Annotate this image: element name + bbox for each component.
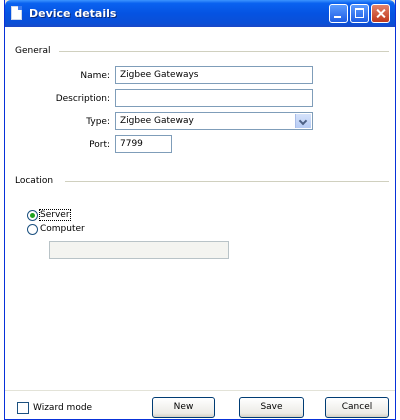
title-bar[interactable]: Device details — [5, 0, 395, 27]
type-label: Type: — [86, 117, 110, 127]
chevron-down-icon[interactable] — [295, 114, 311, 128]
server-radio-label[interactable]: Server — [39, 209, 71, 221]
general-divider — [59, 51, 389, 52]
general-section-label: General — [15, 46, 51, 56]
server-radio[interactable] — [27, 210, 38, 221]
save-button[interactable]: Save — [239, 397, 304, 418]
device-details-window: Device details General Name: Zigbee Gate… — [4, 0, 396, 420]
wizard-mode-checkbox[interactable] — [17, 402, 29, 414]
footer-divider — [5, 390, 395, 391]
computer-radio[interactable] — [27, 224, 38, 235]
dialog-body: General Name: Zigbee Gateways Descriptio… — [5, 27, 395, 419]
name-field[interactable]: Zigbee Gateways — [115, 66, 313, 84]
window-title: Device details — [29, 7, 117, 20]
port-field[interactable]: 7799 — [115, 135, 172, 153]
close-icon[interactable] — [371, 4, 390, 23]
location-section-label: Location — [15, 176, 54, 186]
cancel-button[interactable]: Cancel — [325, 397, 389, 418]
type-select-value: Zigbee Gateway — [120, 116, 194, 126]
new-button[interactable]: New — [152, 397, 215, 418]
minimize-icon[interactable] — [329, 4, 348, 23]
wizard-mode-label[interactable]: Wizard mode — [33, 403, 92, 413]
computer-name-field[interactable] — [49, 241, 229, 259]
maximize-icon[interactable] — [350, 4, 369, 23]
location-divider — [65, 181, 389, 182]
computer-radio-label[interactable]: Computer — [40, 224, 85, 234]
description-field[interactable] — [115, 89, 313, 107]
description-label: Description: — [55, 94, 110, 104]
document-icon — [11, 6, 22, 20]
name-label: Name: — [80, 71, 110, 81]
port-label: Port: — [89, 140, 110, 150]
type-select[interactable]: Zigbee Gateway — [115, 112, 313, 130]
